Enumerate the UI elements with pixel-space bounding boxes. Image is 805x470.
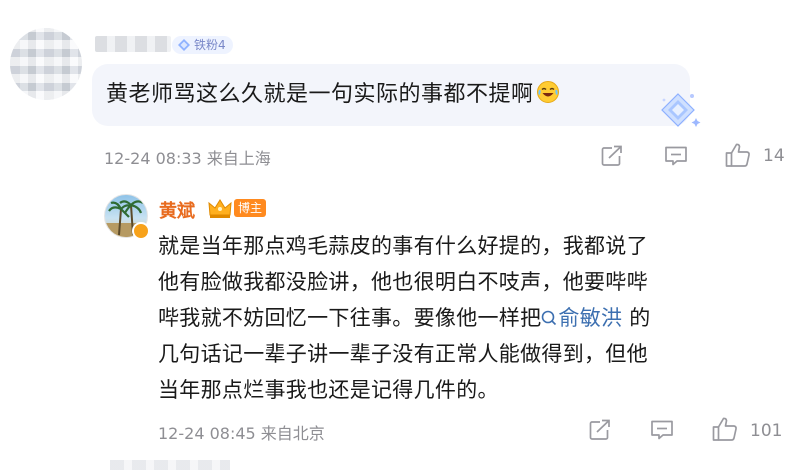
share-icon [601,145,622,166]
diamond-gem-icon [178,39,190,51]
comment-text: 黄老师骂这么久就是一句实际的事都不提啊 [106,76,560,110]
thumbs-up-icon [725,143,750,167]
comment-text-content: 黄老师骂这么久就是一句实际的事都不提啊 [106,82,534,107]
crown-icon [208,199,232,218]
commenter-avatar-blurred[interactable] [10,28,82,100]
mention-name: 俞敏洪 [558,306,623,330]
mention-link[interactable]: 俞敏洪 [541,306,622,330]
comment-like-button[interactable] [724,141,752,173]
mention-suffix: 的 [622,306,651,330]
fan-badge-label: 铁粉4 [194,38,226,52]
comment-icon [651,420,673,440]
reply-line: 当年那点烂事我也还是记得几件的。 [158,378,499,402]
reply-line-with-mention: 哔我就不妨回忆一下往事。要像他一样把 俞敏洪 的 [158,300,798,336]
comment-reply-button[interactable] [664,145,688,171]
reply-timestamp: 12-24 08:45 [158,424,256,443]
laughing-crying-emoji-icon [536,80,560,110]
reply-line: 哔我就不妨回忆一下往事。要像他一样把 [158,306,542,330]
reply-like-count: 101 [750,421,783,441]
comment-location: 来自上海 [206,149,271,168]
thumbs-up-icon [712,417,737,441]
share-icon [589,419,610,440]
reply-author-name[interactable]: 黄斌 [159,197,195,223]
bubble-diamond-decoration-icon [661,93,701,127]
next-comment-partial-blurred [110,460,230,470]
reply-line: 就是当年那点鸡毛蒜皮的事有什么好提的，我都说了 [158,234,648,258]
comment-icon [665,146,687,166]
reply-meta: 12-24 08:45 来自北京 [158,420,325,444]
reply-comment-button[interactable] [650,419,674,445]
verified-badge [132,222,150,240]
reply-share-button[interactable] [588,419,612,445]
reply-like-button[interactable] [711,415,739,447]
comment-timestamp: 12-24 08:33 [104,149,202,168]
reply-text: 就是当年那点鸡毛蒜皮的事有什么好提的，我都说了 他有脸做我都没脸讲，他也很明白不… [158,228,798,408]
fan-level-badge[interactable]: 铁粉4 [172,36,233,54]
commenter-name-blurred[interactable] [95,36,171,52]
reply-line: 几句话记一辈子讲一辈子没有正常人能做得到，但他 [158,342,648,366]
comment-like-count: 14 [763,146,785,166]
comment-share-button[interactable] [600,145,624,171]
reply-line: 他有脸做我都没脸讲，他也很明白不吱声，他要哔哔 [158,270,648,294]
reply-location: 来自北京 [260,424,325,443]
blogger-badge: 博主 [234,199,267,217]
comment-meta: 12-24 08:33 来自上海 [104,145,271,169]
search-mention-icon [542,310,557,326]
